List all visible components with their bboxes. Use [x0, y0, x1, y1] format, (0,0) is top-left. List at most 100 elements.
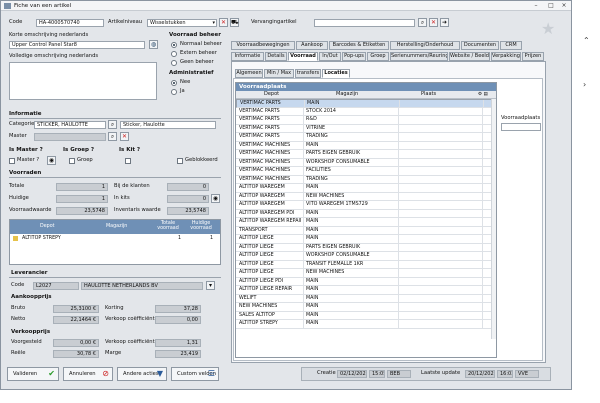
vp-row[interactable]: VERTIMAC PARTS R&D — [236, 116, 496, 125]
tab-documenten[interactable]: Documenten — [461, 41, 499, 50]
vp-cell-depot: ALTITOP LIEGE — [239, 270, 274, 275]
inkits-view-icon[interactable]: ◉ — [211, 194, 220, 203]
tab-popups[interactable]: Pop-ups — [342, 52, 366, 61]
voorraadplaats-grid[interactable]: Voorraadplaats Depot Magazijn Plaats ⚙ ▤… — [235, 82, 497, 358]
vp-row[interactable]: ALTITOP LIEGE NEW MACHINES — [236, 269, 496, 278]
korte-field[interactable]: Upper Control Panel Star8 — [9, 41, 145, 49]
inventaris-label: Inventaris waarde — [114, 207, 161, 213]
vp-row[interactable]: ALTITOP LIEGE REPAIR MAIN — [236, 286, 496, 295]
close-icon[interactable]: × — [559, 2, 569, 10]
vp-row[interactable]: ALTITOP WAREGEM MAIN — [236, 184, 496, 193]
subtab-transfers[interactable]: transfers — [295, 69, 321, 78]
kit-checkbox[interactable] — [125, 158, 131, 164]
tab-website[interactable]: Website / Beeld — [449, 52, 490, 61]
subtab-algemeen[interactable]: Algemeen — [235, 69, 263, 78]
clear-vervanging-icon[interactable]: ✕ — [429, 18, 438, 27]
voorraden-title: Voorraden — [9, 170, 42, 176]
vp-row[interactable]: VERTIMAC PARTS VITRINE — [236, 124, 496, 133]
vp-row[interactable]: VERTIMAC MACHINES WORKSHOP CONSUMABLE — [236, 158, 496, 167]
search-icon[interactable]: ⌕ — [418, 18, 427, 27]
vp-row[interactable]: SALES ALTITOP MAIN — [236, 311, 496, 320]
col-depot: Depot — [40, 224, 55, 229]
radio-normaal[interactable] — [171, 42, 177, 48]
vp-row[interactable]: ALTITOP WAREGEM PDI MAIN — [236, 209, 496, 218]
master-search-icon[interactable]: ⌕ — [108, 132, 117, 141]
master-view-icon[interactable]: ◉ — [47, 156, 56, 165]
arrow-right-icon[interactable]: ➜ — [440, 18, 449, 27]
vp-row[interactable]: VERTIMAC MACHINES FACILITIES — [236, 167, 496, 176]
master-clear-icon[interactable]: ✕ — [120, 132, 129, 141]
vp-row[interactable]: ALTITOP LIEGE PDI MAIN — [236, 277, 496, 286]
car-icon[interactable]: ⛟ — [230, 18, 239, 27]
categorie-field[interactable]: STICKER, HAULOTTE — [34, 121, 106, 129]
geblokkeerd-checkbox[interactable] — [177, 158, 183, 164]
stock-grid[interactable]: Depot Magazijn Totale voorraad Huidige v… — [9, 219, 221, 265]
vp-row[interactable]: ALTITOP LIEGE TRANSIT FLEMALLE 1KR — [236, 260, 496, 269]
lev-code-field[interactable]: L2027 — [33, 282, 79, 290]
categorie-desc-field[interactable]: Sticker, Haulotte — [120, 121, 216, 129]
tab-informatie[interactable]: Informatie — [231, 52, 264, 61]
vervanging-field[interactable] — [314, 19, 415, 27]
vp-row[interactable]: ALTITOP WAREGEM NEW MACHINES — [236, 192, 496, 201]
minimize-icon[interactable]: – — [531, 2, 541, 10]
tab-voorraad[interactable]: Voorraad — [288, 52, 318, 61]
groep-checkbox[interactable] — [69, 158, 75, 164]
vp-row[interactable]: ALTITOP LIEGE MAIN — [236, 235, 496, 244]
vp-row[interactable]: ALTITOP STREPY MAIN — [236, 320, 496, 329]
tab-prijzen[interactable]: Prijzen — [522, 52, 544, 61]
tab-verpakking[interactable]: Verpakking — [491, 52, 521, 61]
aankoop-coef-label: Verkoop coëfficiënt — [105, 316, 155, 322]
master-checkbox[interactable] — [9, 158, 15, 164]
tab-barcodes[interactable]: Barcodes & Etiketten — [329, 41, 389, 50]
radio-nee[interactable] — [171, 80, 177, 86]
vp-row[interactable]: NEW MACHINES MAIN — [236, 303, 496, 312]
vp-row[interactable]: TRANSPORT MAIN — [236, 226, 496, 235]
radio-geen[interactable] — [171, 60, 177, 66]
vp-row[interactable]: VERTIMAC PARTS STOCK 2014 — [236, 107, 496, 116]
vp-row[interactable]: ALTITOP WAREGEM REPAIR MAIN — [236, 218, 496, 227]
custom-velden-button[interactable]: Custom velden ☰ — [171, 367, 219, 381]
stock-row[interactable]: ALTITOP STREPY 1 1 — [10, 235, 220, 243]
radio-ja[interactable] — [171, 89, 177, 95]
radio-extern[interactable] — [171, 51, 177, 57]
vp-row[interactable]: VERTIMAC MACHINES TRADING — [236, 175, 496, 184]
master-field[interactable] — [34, 133, 106, 141]
tab-details[interactable]: Details — [265, 52, 287, 61]
vp-side-field[interactable] — [501, 123, 541, 131]
valideren-button[interactable]: Valideren ✔ — [7, 367, 59, 381]
vp-row[interactable]: VERTIMAC PARTS MAIN — [236, 99, 496, 108]
favorite-star-icon[interactable]: ★ — [541, 19, 555, 38]
vp-row[interactable]: VERTIMAC MACHINES PARTS EIGEN GEBRUIK — [236, 150, 496, 159]
categorie-search-icon[interactable]: ⌕ — [108, 120, 117, 129]
vp-row[interactable]: ALTITOP LIEGE PARTS EIGEN GEBRUIK — [236, 243, 496, 252]
tab-groep[interactable]: Groep — [367, 52, 389, 61]
code-field[interactable]: HA-4000570740 — [36, 19, 104, 27]
vp-row[interactable]: WELIFT MAIN — [236, 294, 496, 303]
globe-icon[interactable]: ◍ — [149, 40, 158, 49]
vp-row[interactable]: VERTIMAC PARTS TRADING — [236, 133, 496, 142]
volledige-field[interactable] — [9, 62, 157, 100]
tab-inout[interactable]: In/Out — [319, 52, 341, 61]
vp-row[interactable]: ALTITOP WAREGEM VITO WAREGEM 1TMS729 — [236, 201, 496, 210]
andere-acties-button[interactable]: Andere acties ▼ — [117, 367, 167, 381]
tab-serienummers[interactable]: Serienummers/Reuringen — [390, 52, 448, 61]
annuleren-button[interactable]: Annuleren ⊘ — [63, 367, 113, 381]
tab-voorraadbewegingen[interactable]: Voorraadbewegingen — [231, 41, 295, 50]
vp-row[interactable]: VERTIMAC MACHINES MAIN — [236, 141, 496, 150]
subtab-locaties[interactable]: Locaties — [322, 69, 350, 78]
subtab-minmax[interactable]: Min / Max — [264, 69, 294, 78]
vervanging-label: Vervangingartikel — [251, 19, 297, 25]
vp-scrollbar[interactable] — [491, 99, 496, 339]
maximize-icon[interactable]: □ — [546, 2, 556, 10]
tab-crm[interactable]: CRM — [500, 41, 522, 50]
vp-cell-depot: NEW MACHINES — [239, 304, 278, 309]
lev-name-field[interactable]: HAULOTTE NETHERLANDS BV — [81, 282, 203, 290]
tab-herstelling[interactable]: Herstelling/Onderhoud — [390, 41, 460, 50]
tab-aankoop[interactable]: Aankoop — [296, 41, 328, 50]
artikelniveau-select[interactable]: Wisselstukken — [147, 19, 217, 27]
vp-row[interactable]: ALTITOP LIEGE WORKSHOP CONSUMABLE — [236, 252, 496, 261]
aankoop-title: Aankoopprijs — [11, 294, 52, 300]
clear-icon[interactable]: ✕ — [219, 18, 228, 27]
vp-col-magazijn: Magazijn — [336, 91, 359, 97]
lev-dropdown-icon[interactable]: ▾ — [206, 281, 215, 290]
